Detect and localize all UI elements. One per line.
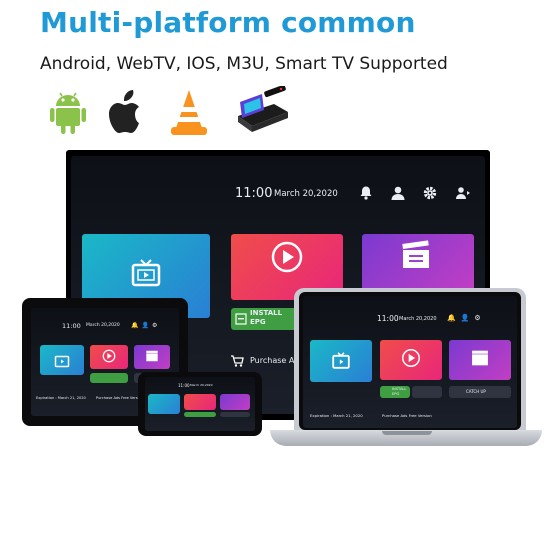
laptop-install-label: INSTALL EPG (392, 387, 407, 396)
laptop-play-icon (402, 349, 420, 367)
phone-catchup-tile[interactable] (220, 412, 250, 417)
tablet-date: March 20,2020 (86, 323, 120, 328)
tablet-play-icon (102, 349, 116, 363)
tv-install-sub: EPG (250, 318, 266, 326)
phone-live-tile[interactable] (148, 394, 180, 414)
cart-icon (231, 355, 244, 367)
tablet-live-icon (54, 355, 70, 368)
tv-box-icon (238, 86, 288, 132)
tv-live-icon (131, 259, 161, 287)
laptop-expiration: Expiration : March 21, 2020 (310, 413, 363, 418)
tablet-purchase[interactable]: Purchase Ads Free Version (96, 396, 143, 400)
tv-time: 11:00 (235, 186, 273, 201)
tv-install-label: INSTALL (250, 309, 283, 317)
play-icon (271, 241, 303, 273)
laptop-purchase[interactable]: Purchase Ads Free Version (382, 413, 432, 418)
laptop-notch (382, 431, 432, 435)
vlc-icon (171, 90, 207, 135)
phone-time: 11:00 (178, 383, 190, 388)
tablet-top-icons: 🔔👤⚙︎ (131, 322, 161, 329)
laptop-top-icons: 🔔👤⚙︎ (447, 314, 486, 322)
platform-subtitle: Android, WebTV, IOS, M3U, Smart TV Suppo… (40, 54, 448, 74)
phone-install-tile[interactable] (184, 412, 216, 417)
tablet-clapper-icon (146, 350, 158, 362)
clapperboard-icon (402, 240, 429, 268)
page-title: Multi-platform common (40, 6, 416, 39)
laptop-catchup-label: CATCH UP (466, 389, 486, 394)
install-icon (235, 313, 247, 325)
phone-movies-tile[interactable] (184, 394, 216, 410)
bell-icon[interactable] (358, 185, 374, 201)
tablet-expiration: Expiration : March 21, 2020 (36, 396, 86, 400)
user-icon[interactable] (390, 185, 406, 201)
switch-user-icon[interactable] (455, 185, 471, 201)
android-icon (50, 92, 86, 134)
tablet-time: 11:00 (62, 322, 81, 330)
laptop-clapper-icon (472, 350, 488, 366)
tablet-install-tile[interactable] (90, 373, 128, 383)
laptop-time: 11:00 (377, 314, 399, 323)
tv-date: March 20,2020 (274, 189, 338, 199)
laptop-live-icon (332, 352, 350, 369)
tv-purchase-label[interactable]: Purchase Ad (250, 356, 299, 365)
phone-series-tile[interactable] (220, 394, 250, 410)
phone-date: March 20,2020 (190, 383, 213, 387)
laptop-recordings-tile[interactable] (412, 386, 442, 398)
laptop-date: March 20,2020 (399, 316, 437, 322)
apple-icon (109, 90, 139, 133)
gear-icon[interactable] (422, 185, 438, 201)
